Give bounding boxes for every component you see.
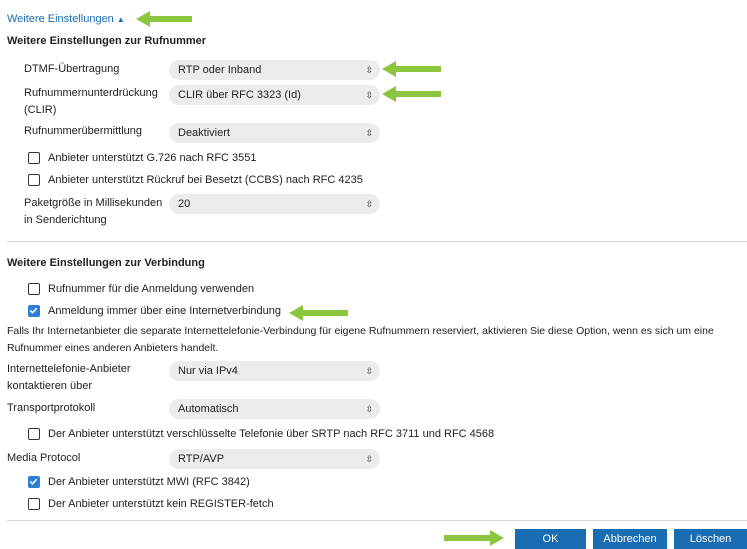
always-internet-label: Anmeldung immer über eine Internetverbin… xyxy=(48,305,281,317)
mwi-label: Der Anbieter unterstützt MWI (RFC 3842) xyxy=(48,476,250,488)
chevron-updown-icon: ⇳ xyxy=(365,404,373,414)
packet-label-line1: Paketgröße in Millisekunden xyxy=(24,197,163,209)
register-checkbox[interactable] xyxy=(28,498,40,510)
divider xyxy=(7,241,747,242)
g726-label: Anbieter unterstützt G.726 nach RFC 3551 xyxy=(48,152,257,164)
packet-label-line2: in Senderichtung xyxy=(24,214,107,226)
caret-up-icon: ▲ xyxy=(116,15,125,24)
ccbs-checkbox[interactable] xyxy=(28,174,40,186)
dtmf-value: RTP oder Inband xyxy=(178,64,262,76)
chevron-updown-icon: ⇳ xyxy=(365,366,373,376)
chevron-updown-icon: ⇳ xyxy=(365,454,373,464)
packet-value: 20 xyxy=(178,198,191,210)
clir-label-line1: Rufnummernunterdrückung xyxy=(24,87,158,99)
clir-select[interactable]: CLIR über RFC 3323 (Id) ⇳ xyxy=(169,85,380,105)
more-settings-label: Weitere Einstellungen xyxy=(7,13,114,25)
checkmark-icon xyxy=(29,478,38,485)
section-heading-number: Weitere Einstellungen zur Rufnummer xyxy=(7,35,207,47)
delete-button[interactable]: Löschen xyxy=(674,529,747,549)
chevron-updown-icon: ⇳ xyxy=(365,128,373,138)
always-internet-checkbox[interactable] xyxy=(28,305,40,317)
media-label: Media Protocol xyxy=(7,452,81,464)
clip-select[interactable]: Deaktiviert ⇳ xyxy=(169,123,380,143)
dtmf-select[interactable]: RTP oder Inband ⇳ xyxy=(169,60,380,80)
more-settings-toggle[interactable]: Weitere Einstellungen ▲ xyxy=(7,12,125,27)
info-text: Falls Ihr Internetanbieter die separate … xyxy=(7,323,714,357)
contact-label: Internettelefonie-Anbieter kontaktieren … xyxy=(7,361,131,395)
use-number-label: Rufnummer für die Anmeldung verwenden xyxy=(48,283,255,295)
transport-select[interactable]: Automatisch ⇳ xyxy=(169,399,380,419)
transport-value: Automatisch xyxy=(178,403,239,415)
mwi-checkbox[interactable] xyxy=(28,476,40,488)
media-value: RTP/AVP xyxy=(178,453,225,465)
clip-value: Deaktiviert xyxy=(178,127,230,139)
packet-label: Paketgröße in Millisekunden in Senderich… xyxy=(24,195,162,229)
chevron-updown-icon: ⇳ xyxy=(365,90,373,100)
arrow-left-icon xyxy=(382,61,441,77)
chevron-updown-icon: ⇳ xyxy=(365,199,373,209)
chevron-updown-icon: ⇳ xyxy=(365,65,373,75)
clir-label: Rufnummernunterdrückung (CLIR) xyxy=(24,85,158,119)
srtp-checkbox[interactable] xyxy=(28,428,40,440)
srtp-label: Der Anbieter unterstützt verschlüsselte … xyxy=(48,428,495,440)
use-number-checkbox[interactable] xyxy=(28,283,40,295)
arrow-right-icon xyxy=(444,530,504,546)
arrow-left-icon xyxy=(382,86,441,102)
transport-label: Transportprotokoll xyxy=(7,402,96,414)
arrow-left-icon xyxy=(289,305,348,321)
info-text-line1: Falls Ihr Internetanbieter die separate … xyxy=(7,325,714,337)
cancel-button[interactable]: Abbrechen xyxy=(593,529,667,549)
register-label: Der Anbieter unterstützt kein REGISTER-f… xyxy=(48,498,274,510)
section-heading-connection: Weitere Einstellungen zur Verbindung xyxy=(7,257,205,269)
dtmf-label: DTMF-Übertragung xyxy=(24,63,120,75)
clir-label-line2: (CLIR) xyxy=(24,104,57,116)
clip-label: Rufnummerübermittlung xyxy=(24,125,142,137)
contact-select[interactable]: Nur via IPv4 ⇳ xyxy=(169,361,380,381)
packet-select[interactable]: 20 ⇳ xyxy=(169,194,380,214)
arrow-left-icon xyxy=(136,11,192,27)
media-select[interactable]: RTP/AVP ⇳ xyxy=(169,449,380,469)
checkmark-icon xyxy=(29,307,38,314)
divider xyxy=(7,520,747,521)
g726-checkbox[interactable] xyxy=(28,152,40,164)
contact-label-line2: kontaktieren über xyxy=(7,380,92,392)
clir-value: CLIR über RFC 3323 (Id) xyxy=(178,89,301,101)
ccbs-label: Anbieter unterstützt Rückruf bei Besetzt… xyxy=(48,174,363,186)
contact-label-line1: Internettelefonie-Anbieter xyxy=(7,363,131,375)
ok-button[interactable]: OK xyxy=(515,529,586,549)
contact-value: Nur via IPv4 xyxy=(178,365,238,377)
info-text-line2: Rufnummer eines anderen Anbieters handel… xyxy=(7,342,219,354)
